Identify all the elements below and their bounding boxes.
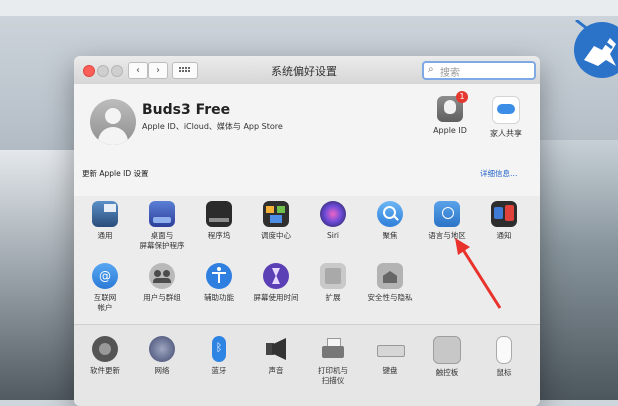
spotlight-icon <box>377 201 403 227</box>
internet-accounts-icon: @ <box>92 263 118 289</box>
avatar[interactable] <box>90 99 136 145</box>
sound-icon <box>263 336 289 362</box>
pref-label: 键盘 <box>382 366 398 375</box>
horse-rider-logo-icon <box>574 20 618 78</box>
pref-trackpad[interactable]: 触控板 <box>417 336 477 378</box>
account-subtitle: Apple ID、iCloud、媒体与 App Store <box>142 122 283 131</box>
pref-label: 互联网 帐户 <box>93 293 117 312</box>
dock-icon <box>206 201 232 227</box>
siri-icon <box>320 201 346 227</box>
pref-label: 打印机与 扫描仪 <box>318 366 348 385</box>
search-field[interactable]: ⌕ 搜索 <box>422 61 536 80</box>
pref-label: 聚焦 <box>382 231 398 240</box>
pref-label: 通用 <box>97 231 113 240</box>
notification-badge: 1 <box>456 91 468 103</box>
preferences-grid-hardware: 软件更新 网络 ᛒ 蓝牙 声音 打印机与 扫描仪 键盘 触控板 鼠标 <box>74 325 540 406</box>
preferences-grid-personal: 通用 桌面与 屏幕保护程序 程序坞 调度中心 Siri 聚焦 语言与地区 通知 … <box>74 196 540 324</box>
pref-label: 程序坞 <box>207 231 231 240</box>
trackpad-icon <box>433 336 461 364</box>
pref-label: 鼠标 <box>496 368 512 377</box>
pref-keyboard[interactable]: 键盘 <box>360 336 420 376</box>
pref-label: 网络 <box>154 366 170 375</box>
general-icon <box>92 201 118 227</box>
minimize-button[interactable] <box>97 65 109 77</box>
update-apple-id-text: 更新 Apple ID 设置 <box>82 169 149 178</box>
details-link[interactable]: 详细信息… <box>480 168 518 179</box>
screen-time-icon <box>263 263 289 289</box>
bluetooth-icon: ᛒ <box>212 336 226 362</box>
pref-label: 蓝牙 <box>211 366 227 375</box>
pref-screen-time[interactable]: 屏幕使用时间 <box>246 263 306 303</box>
pref-bluetooth[interactable]: ᛒ 蓝牙 <box>189 336 249 376</box>
desktop-wallpaper-left <box>0 150 80 400</box>
mission-control-icon <box>263 201 289 227</box>
pref-general[interactable]: 通用 <box>75 201 135 241</box>
printer-icon <box>320 336 346 362</box>
pref-label: 用户与群组 <box>143 293 181 302</box>
pref-label: 桌面与 屏幕保护程序 <box>139 231 185 250</box>
zoom-button[interactable] <box>111 65 123 77</box>
pref-siri[interactable]: Siri <box>303 201 363 241</box>
software-update-icon <box>92 336 118 362</box>
desktop-wallpaper-right <box>540 140 618 400</box>
back-button[interactable]: ‹ <box>128 62 148 79</box>
pref-label: 通知 <box>496 231 512 240</box>
security-icon <box>377 263 403 289</box>
keyboard-icon <box>377 336 405 362</box>
pref-language-region[interactable]: 语言与地区 <box>417 201 477 241</box>
pref-label: 辅助功能 <box>204 293 234 302</box>
language-region-icon <box>434 201 460 227</box>
show-all-button[interactable] <box>172 62 198 79</box>
apple-id-pref[interactable]: 1 Apple ID <box>430 91 470 135</box>
search-placeholder: 搜索 <box>440 68 460 79</box>
grid-icon <box>179 67 190 72</box>
pref-notifications[interactable]: 通知 <box>474 201 534 241</box>
pref-internet-accounts[interactable]: @ 互联网 帐户 <box>75 263 135 313</box>
pref-label: 安全性与隐私 <box>367 293 413 302</box>
pref-spotlight[interactable]: 聚焦 <box>360 201 420 241</box>
pref-mouse[interactable]: 鼠标 <box>474 336 534 378</box>
pref-label: 软件更新 <box>90 366 120 375</box>
pref-software-update[interactable]: 软件更新 <box>75 336 135 376</box>
pref-network[interactable]: 网络 <box>132 336 192 376</box>
pref-desktop-screensaver[interactable]: 桌面与 屏幕保护程序 <box>132 201 192 251</box>
apple-id-icon: 1 <box>437 91 468 122</box>
pref-label: 扩展 <box>325 293 341 302</box>
pref-dock[interactable]: 程序坞 <box>189 201 249 241</box>
pref-printers-scanners[interactable]: 打印机与 扫描仪 <box>303 336 363 386</box>
pref-label: 屏幕使用时间 <box>253 293 299 302</box>
mouse-icon <box>496 336 512 364</box>
accessibility-icon <box>206 263 232 289</box>
pref-label: 调度中心 <box>261 231 291 240</box>
titlebar: ‹ › 系统偏好设置 ⌕ 搜索 <box>74 56 540 85</box>
pref-label: 触控板 <box>435 368 459 377</box>
pref-label: 语言与地区 <box>428 231 466 240</box>
search-icon: ⌕ <box>428 64 434 75</box>
desktop-icon <box>149 201 175 227</box>
extensions-icon <box>320 263 346 289</box>
close-button[interactable] <box>83 65 95 77</box>
window-title: 系统偏好设置 <box>271 65 337 78</box>
family-sharing-label: 家人共享 <box>490 129 522 138</box>
pref-label: Siri <box>326 231 339 240</box>
pref-users-groups[interactable]: 用户与群组 <box>132 263 192 303</box>
apple-id-label: Apple ID <box>433 126 467 135</box>
desktop-top-strip <box>0 0 618 16</box>
pref-mission-control[interactable]: 调度中心 <box>246 201 306 241</box>
pref-sound[interactable]: 声音 <box>246 336 306 376</box>
notifications-icon <box>491 201 517 227</box>
forward-button[interactable]: › <box>148 62 168 79</box>
account-name: Buds3 Free <box>142 102 231 118</box>
pref-security-privacy[interactable]: 安全性与隐私 <box>360 263 420 303</box>
pref-accessibility[interactable]: 辅助功能 <box>189 263 249 303</box>
family-sharing-pref[interactable]: 家人共享 <box>486 96 526 139</box>
family-sharing-icon <box>492 96 520 124</box>
network-icon <box>149 336 175 362</box>
account-section: Buds3 Free Apple ID、iCloud、媒体与 App Store… <box>74 84 540 197</box>
system-preferences-window: ‹ › 系统偏好设置 ⌕ 搜索 Buds3 Free Apple ID、iClo… <box>74 56 540 406</box>
users-groups-icon <box>149 263 175 289</box>
pref-extensions[interactable]: 扩展 <box>303 263 363 303</box>
pref-label: 声音 <box>268 366 284 375</box>
